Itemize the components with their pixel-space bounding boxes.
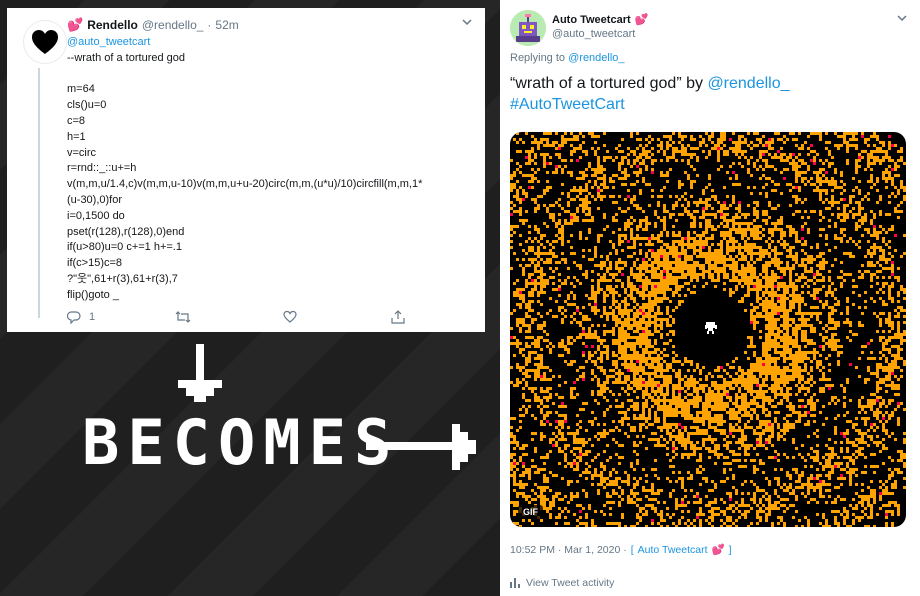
code-line: v=circ — [67, 146, 97, 159]
arrow-right-icon — [366, 424, 476, 470]
code-line: i=0,1500 do — [67, 209, 125, 222]
author-handle[interactable]: @auto_tweetcart — [552, 27, 648, 41]
tweet-time[interactable]: 52m — [215, 18, 238, 32]
retweet-icon — [175, 311, 191, 323]
tweet-meta: 10:52 PM · Mar 1, 2020 · [ Auto Tweetcar… — [510, 543, 732, 557]
code-line: ?"웃",61+r(3),61+r(3),7 — [67, 272, 178, 285]
robot-avatar-icon[interactable] — [510, 10, 546, 46]
code-line: v(m,m,u/1.4,c)v(m,m,u-10)v(m,m,u+u-20)ci… — [67, 178, 423, 191]
thread-line — [38, 68, 40, 318]
result-tweet-card[interactable]: Auto Tweetcart 💕 @auto_tweetcart Replyin… — [500, 0, 920, 596]
tweet-actions: 1 — [67, 308, 427, 326]
code-line: --wrath of a tortured god — [67, 51, 186, 64]
code-line: m=64 — [67, 83, 95, 96]
source-close: ] — [728, 543, 732, 556]
pixel-figure-icon — [705, 322, 717, 334]
code-line: cls()u=0 — [67, 99, 107, 112]
tweet-header: Auto Tweetcart 💕 @auto_tweetcart — [552, 13, 648, 41]
activity-label: View Tweet activity — [526, 577, 615, 589]
share-button[interactable] — [391, 310, 405, 324]
replying-to: Replying to @rendello_ — [510, 52, 625, 64]
author-name[interactable]: Auto Tweetcart — [552, 13, 631, 27]
code-block: --wrath of a tortured god m=64 cls()u=0 c=… — [67, 51, 467, 304]
code-line: pset(r(128),r(128),0)end — [67, 225, 185, 238]
reply-count: 1 — [89, 311, 96, 323]
reply-button[interactable]: 1 — [67, 310, 95, 324]
code-line: (u-30),0)for — [67, 193, 123, 206]
tweet-header: 💕 Rendello @rendello_ · 52m — [67, 17, 239, 33]
gif-frame — [510, 132, 906, 527]
tweet-body: @auto_tweetcart --wrath of a tortured go… — [67, 35, 467, 304]
tweet-mention[interactable]: @rendello_ — [707, 75, 789, 92]
like-icon — [283, 310, 297, 323]
code-line: h=1 — [67, 130, 86, 143]
code-line: if(u>80)u=0 c+=1 h+=.1 — [67, 241, 182, 254]
reply-icon — [67, 311, 81, 324]
code-line: r=rnd::_::u+=h — [67, 162, 137, 175]
code-line: flip()goto _ — [67, 288, 119, 301]
author-name[interactable]: Rendello — [87, 18, 138, 32]
becomes-text: BECOMES — [82, 406, 400, 479]
source-open: [ — [630, 543, 634, 556]
heart-emoji: 💕 — [634, 14, 649, 26]
replying-mention[interactable]: @rendello_ — [568, 52, 624, 64]
arrow-down-icon — [178, 344, 222, 402]
timestamp[interactable]: 10:52 PM · Mar 1, 2020 · — [510, 544, 627, 556]
tweet-activity-link[interactable]: View Tweet activity — [510, 577, 614, 589]
gif-media[interactable]: GIF — [510, 132, 906, 527]
black-heart-icon[interactable] — [23, 20, 67, 64]
tweet-hashtag[interactable]: #AutoTweetCart — [510, 96, 625, 113]
source-tweet-card[interactable]: 💕 Rendello @rendello_ · 52m @auto_tweetc… — [7, 8, 485, 332]
like-button[interactable] — [283, 310, 297, 324]
heart-emoji: 💕 — [67, 17, 84, 32]
code-line: if(c>15)c=8 — [67, 257, 123, 270]
chevron-down-icon[interactable] — [461, 16, 473, 31]
author-handle[interactable]: @rendello_ — [142, 18, 204, 32]
tweet-quote: “wrath of a tortured god” by — [510, 75, 703, 92]
mention-link[interactable]: @auto_tweetcart — [67, 35, 467, 51]
tweet-text: “wrath of a tortured god” by @rendello_ … — [510, 73, 910, 115]
replying-prefix: Replying to — [510, 52, 566, 64]
separator: · — [207, 18, 212, 32]
bar-chart-icon — [510, 578, 520, 588]
chevron-down-icon[interactable] — [896, 12, 908, 27]
source-link[interactable]: Auto Tweetcart — [638, 544, 708, 556]
share-icon — [391, 310, 405, 324]
gif-badge: GIF — [518, 505, 543, 519]
retweet-button[interactable] — [175, 310, 191, 324]
heart-emoji: 💕 — [711, 544, 725, 556]
code-line: c=8 — [67, 114, 86, 127]
